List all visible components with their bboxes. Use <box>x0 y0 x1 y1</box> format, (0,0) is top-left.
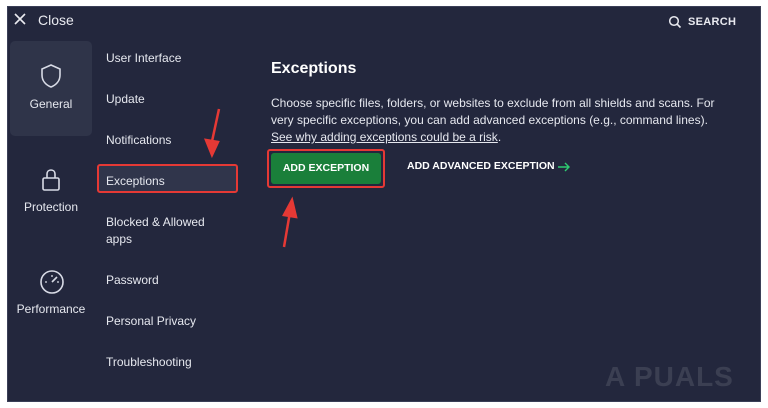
settings-window: Close SEARCH General Protection Performa… <box>7 6 761 402</box>
annotation-arrows <box>204 108 298 248</box>
annotation-arrow-up <box>282 196 298 248</box>
annotation-arrow-down <box>204 108 221 159</box>
watermark-logo: A PUALS <box>605 361 734 392</box>
